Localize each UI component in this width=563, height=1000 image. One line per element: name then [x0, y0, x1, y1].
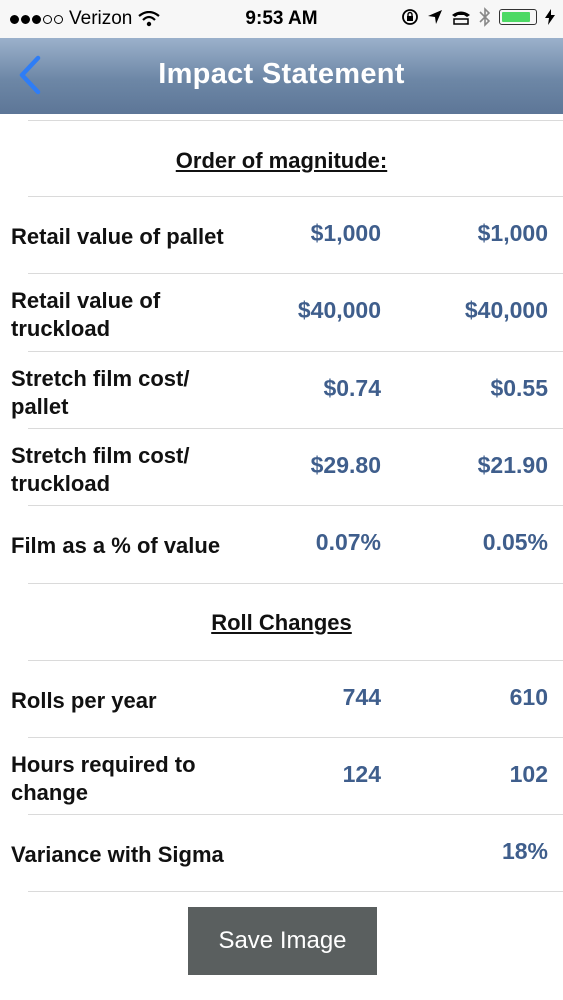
row-label: Rolls per year [11, 688, 157, 713]
orientation-lock-icon [402, 9, 418, 25]
row-label: Stretch film cost/ truckload [11, 443, 190, 496]
value-current: $40,000 [297, 297, 381, 323]
divider [28, 120, 563, 121]
value-current: $1,000 [310, 220, 381, 246]
table-row: Stretch film cost/ truckload $29.80 $21.… [0, 428, 563, 505]
table-row: Variance with Sigma 18% [0, 814, 563, 891]
table-row: Rolls per year 744 610 [0, 660, 563, 737]
value-current: 124 [342, 761, 381, 787]
row-label: Stretch film cost/ pallet [11, 366, 190, 419]
charging-bolt-icon [545, 9, 555, 25]
table-row: Film as a % of value 0.07% 0.05% [0, 505, 563, 582]
divider [28, 583, 563, 584]
section-title-roll-changes: Roll Changes [211, 610, 352, 635]
value-sigma: $21.90 [477, 452, 548, 478]
row-label: Retail value of pallet [11, 224, 224, 249]
value-sigma: $40,000 [464, 297, 548, 323]
row-label: Film as a % of value [11, 533, 221, 558]
value-sigma: 18% [501, 838, 548, 864]
save-image-button[interactable]: Save Image [188, 907, 377, 975]
location-arrow-icon [428, 10, 442, 24]
status-icons [401, 7, 555, 27]
value-sigma: $1,000 [477, 220, 548, 246]
navigation-bar: Impact Statement [0, 38, 563, 114]
value-sigma: $0.55 [490, 375, 548, 401]
value-current: $0.74 [323, 375, 381, 401]
row-label: Variance with Sigma [11, 842, 224, 867]
page-title: Impact Statement [158, 58, 405, 90]
row-label: Retail value of truckload [11, 288, 161, 341]
table-row: Retail value of truckload $40,000 $40,00… [0, 273, 563, 350]
tty-icon [452, 11, 470, 25]
battery-icon [499, 9, 537, 25]
divider [28, 891, 563, 892]
value-current: 744 [342, 684, 381, 710]
status-bar: Verizon 9:53 AM [0, 0, 563, 38]
section-title-order-of-magnitude: Order of magnitude: [175, 148, 388, 173]
table-row: Retail value of pallet $1,000 $1,000 [0, 196, 563, 273]
row-label: Hours required to change [11, 752, 196, 805]
value-current: 0.07% [315, 529, 381, 555]
value-current: $29.80 [310, 452, 381, 478]
value-sigma: 0.05% [482, 529, 548, 555]
table-row: Hours required to change 124 102 [0, 737, 563, 814]
value-sigma: 102 [509, 761, 548, 787]
value-sigma: 610 [509, 684, 548, 710]
table-row: Stretch film cost/ pallet $0.74 $0.55 [0, 351, 563, 428]
bluetooth-icon [479, 7, 491, 27]
